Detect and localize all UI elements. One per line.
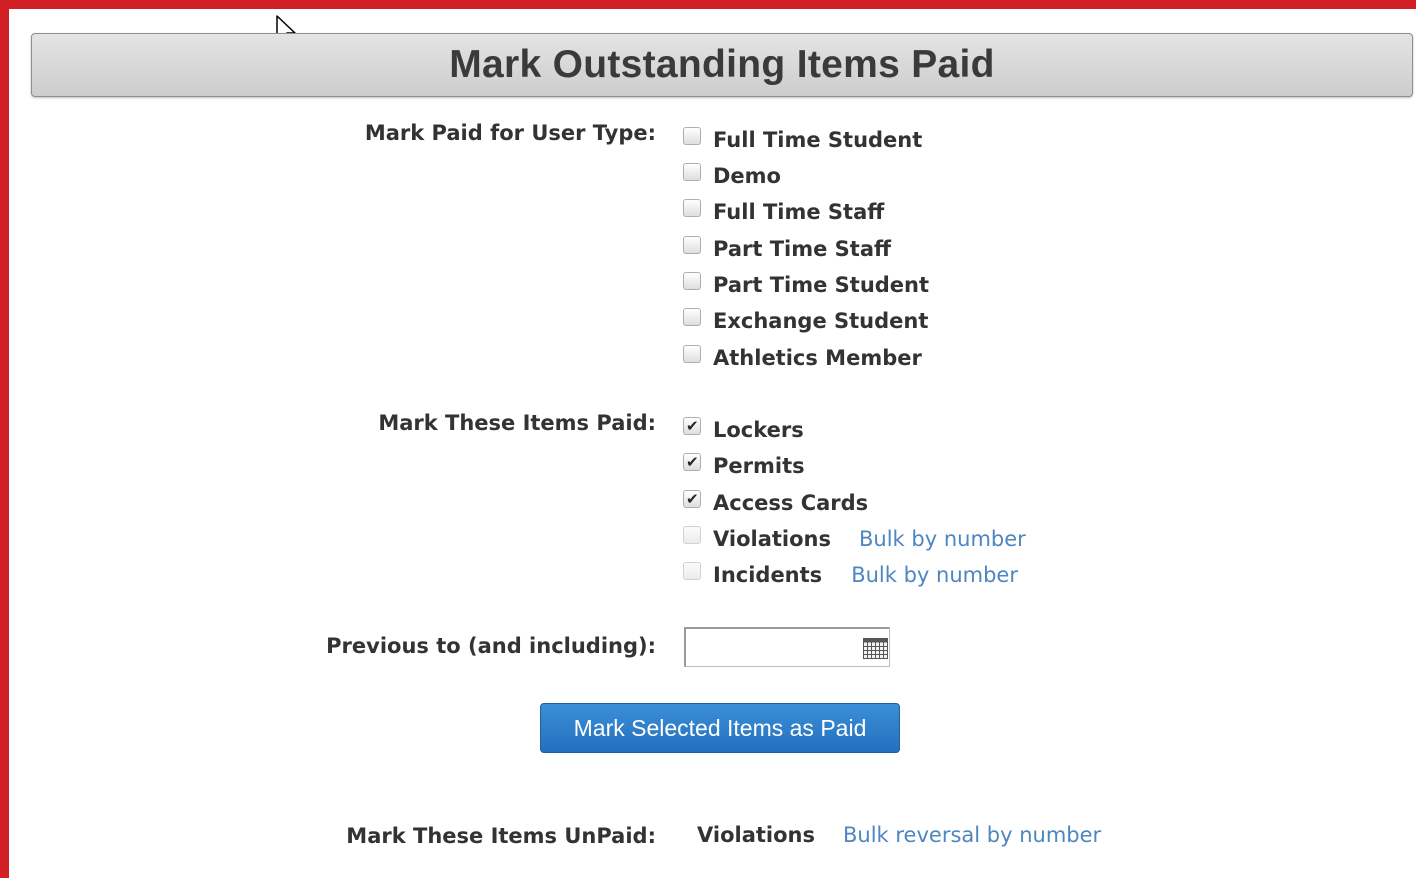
checkbox[interactable]: ✔	[683, 453, 701, 471]
option-label: Demo	[713, 164, 781, 188]
bulk-reversal-link[interactable]: Bulk reversal by number	[843, 823, 1101, 847]
checkbox[interactable]	[683, 308, 701, 326]
checkbox[interactable]	[683, 163, 701, 181]
checkbox[interactable]	[683, 236, 701, 254]
check-icon: ✔	[686, 490, 699, 508]
user-type-label: Mark Paid for User Type:	[364, 121, 656, 145]
option-label: Access Cards	[713, 491, 869, 515]
checkbox-disabled	[683, 562, 701, 580]
option-label: Violations	[713, 527, 831, 551]
user-type-part-time-student[interactable]: Part Time Student	[683, 270, 929, 300]
checkbox-disabled	[683, 526, 701, 544]
option-label: Lockers	[713, 418, 804, 442]
option-label: Incidents	[713, 563, 823, 587]
item-access-cards[interactable]: ✔ Access Cards	[683, 488, 868, 518]
option-label: Exchange Student	[713, 309, 929, 333]
calendar-icon[interactable]	[863, 638, 888, 659]
option-label: Full Time Student	[713, 128, 923, 152]
page-frame: Mark Outstanding Items Paid Mark Paid fo…	[0, 0, 1416, 878]
option-label: Permits	[713, 454, 805, 478]
check-icon: ✔	[686, 453, 699, 471]
checkbox[interactable]: ✔	[683, 490, 701, 508]
option-label: Full Time Staff	[713, 200, 885, 224]
page-header: Mark Outstanding Items Paid	[31, 33, 1413, 97]
checkbox[interactable]: ✔	[683, 417, 701, 435]
items-unpaid-label: Mark These Items UnPaid:	[346, 824, 656, 848]
checkbox[interactable]	[683, 127, 701, 145]
checkbox[interactable]	[683, 272, 701, 290]
item-lockers[interactable]: ✔ Lockers	[683, 415, 804, 445]
user-type-exchange-student[interactable]: Exchange Student	[683, 306, 928, 336]
user-type-athletics-member[interactable]: Athletics Member	[683, 343, 922, 373]
user-type-full-time-staff[interactable]: Full Time Staff	[683, 197, 884, 227]
item-permits[interactable]: ✔ Permits	[683, 451, 805, 481]
item-violations: Violations Bulk by number	[683, 524, 1026, 554]
option-label: Part Time Student	[713, 273, 930, 297]
item-incidents: Incidents Bulk by number	[683, 560, 1018, 590]
user-type-demo[interactable]: Demo	[683, 161, 781, 191]
incidents-bulk-link[interactable]: Bulk by number	[851, 563, 1018, 587]
user-type-full-time-student[interactable]: Full Time Student	[683, 125, 922, 155]
previous-to-label: Previous to (and including):	[326, 634, 656, 658]
unpaid-item-violations: Violations	[697, 823, 815, 847]
option-label: Part Time Staff	[713, 237, 892, 261]
option-label: Athletics Member	[713, 346, 922, 370]
date-picker[interactable]	[684, 627, 890, 667]
user-type-part-time-staff[interactable]: Part Time Staff	[683, 234, 891, 264]
checkbox[interactable]	[683, 199, 701, 217]
violations-bulk-link[interactable]: Bulk by number	[859, 527, 1026, 551]
check-icon: ✔	[686, 417, 699, 435]
items-paid-label: Mark These Items Paid:	[378, 411, 656, 435]
mark-paid-button[interactable]: Mark Selected Items as Paid	[540, 703, 900, 753]
checkbox[interactable]	[683, 345, 701, 363]
date-input[interactable]	[686, 629, 846, 665]
page-title: Mark Outstanding Items Paid	[449, 43, 995, 86]
